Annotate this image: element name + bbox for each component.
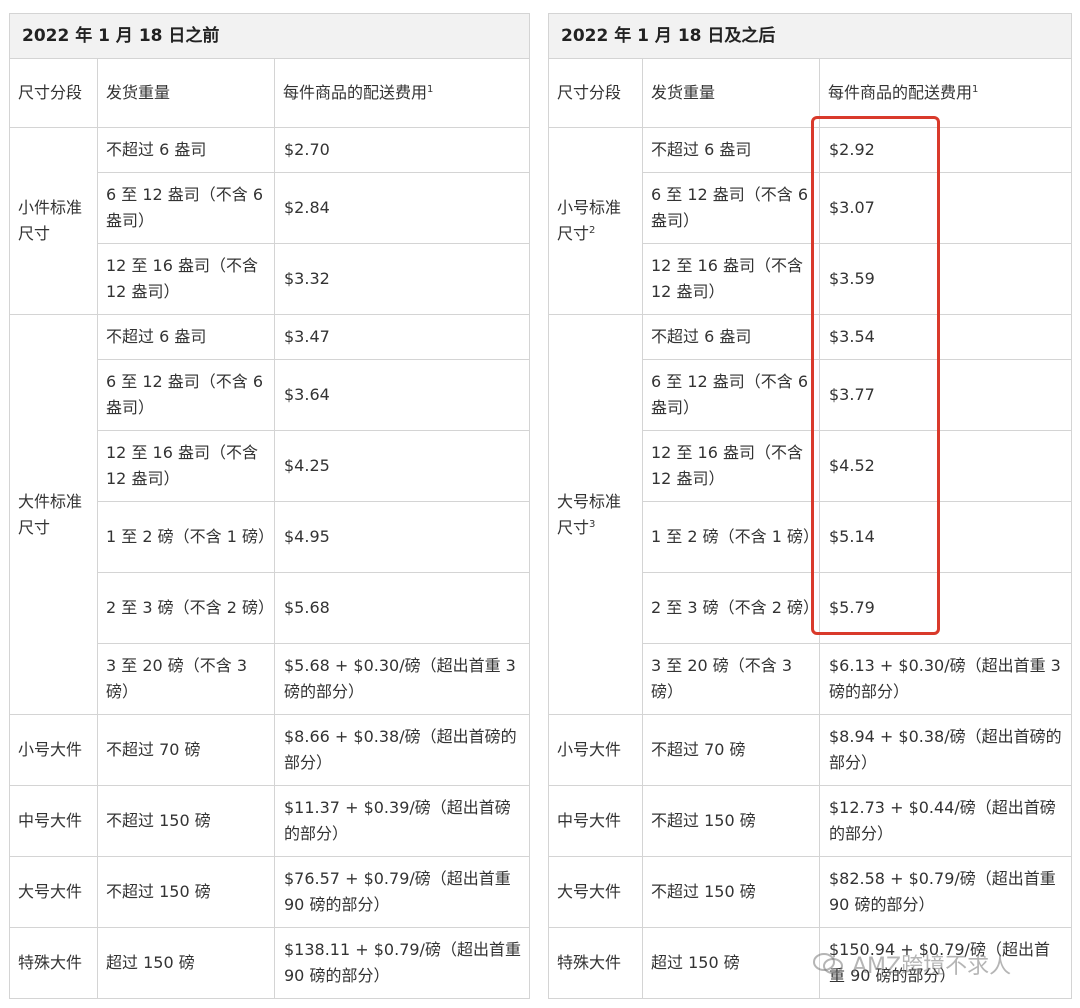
weight-cell: 12 至 16 盎司（不含 12 盎司） [97, 243, 275, 315]
fee-cell: $3.47 [273, 314, 531, 360]
weight-cell: 12 至 16 盎司（不含 12 盎司） [97, 430, 275, 502]
segment-large-oversize: 大号大件 [9, 856, 98, 928]
segment-large-oversize: 大号大件 [548, 856, 643, 928]
weight-cell: 不超过 150 磅 [97, 856, 275, 928]
fee-cell: $6.13 + $0.30/磅（超出首重 3 磅的部分） [819, 643, 1072, 715]
weight-cell: 超过 150 磅 [97, 927, 275, 999]
watermark: AMZ跨境不求人 [812, 944, 1052, 984]
weight-cell: 1 至 2 磅（不含 1 磅） [642, 501, 820, 573]
header-segment: 尺寸分段 [548, 58, 643, 128]
segment-special-oversize: 特殊大件 [9, 927, 98, 999]
weight-cell: 不超过 70 磅 [642, 714, 820, 786]
header-weight: 发货重量 [642, 58, 820, 128]
fee-table-after: 2022 年 1 月 18 日及之后 尺寸分段 发货重量 每件商品的配送费用1 … [548, 13, 1072, 999]
weight-cell: 不超过 6 盎司 [97, 127, 275, 173]
weight-cell: 12 至 16 盎司（不含 12 盎司） [642, 243, 820, 315]
weight-cell: 不超过 6 盎司 [97, 314, 275, 360]
fee-cell: $8.66 + $0.38/磅（超出首磅的部分） [273, 714, 531, 786]
header-segment: 尺寸分段 [9, 58, 98, 128]
weight-cell: 6 至 12 盎司（不含 6 盎司） [642, 172, 820, 244]
weight-cell: 6 至 12 盎司（不含 6 盎司） [642, 359, 820, 431]
weight-cell: 1 至 2 磅（不含 1 磅） [97, 501, 275, 573]
weight-cell: 12 至 16 盎司（不含 12 盎司） [642, 430, 820, 502]
watermark-text: AMZ跨境不求人 [852, 954, 1012, 979]
fee-table-before: 2022 年 1 月 18 日之前 尺寸分段 发货重量 每件商品的配送费用1 小… [8, 13, 531, 999]
fee-cell: $5.68 [273, 572, 531, 644]
fee-cell: $2.84 [273, 172, 531, 244]
weight-cell: 不超过 150 磅 [642, 785, 820, 857]
weight-cell: 不超过 150 磅 [642, 856, 820, 928]
weight-cell: 3 至 20 磅（不含 3 磅） [642, 643, 820, 715]
segment-small-oversize: 小号大件 [548, 714, 643, 786]
weight-cell: 2 至 3 磅（不含 2 磅） [97, 572, 275, 644]
fee-cell: $3.32 [273, 243, 531, 315]
weight-cell: 2 至 3 磅（不含 2 磅） [642, 572, 820, 644]
weight-cell: 超过 150 磅 [642, 927, 820, 999]
fee-cell: $4.25 [273, 430, 531, 502]
header-fee: 每件商品的配送费用1 [273, 58, 531, 128]
fee-cell: $11.37 + $0.39/磅（超出首磅的部分） [273, 785, 531, 857]
weight-cell: 不超过 6 盎司 [642, 314, 820, 360]
weight-cell: 3 至 20 磅（不含 3 磅） [97, 643, 275, 715]
weight-cell: 6 至 12 盎司（不含 6 盎司） [97, 172, 275, 244]
fee-cell: $5.68 + $0.30/磅（超出首重 3 磅的部分） [273, 643, 531, 715]
fee-cell: $4.95 [273, 501, 531, 573]
weight-cell: 不超过 70 磅 [97, 714, 275, 786]
table-title: 2022 年 1 月 18 日及之后 [548, 13, 1072, 59]
fee-cell: $3.64 [273, 359, 531, 431]
fee-cell: $76.57 + $0.79/磅（超出首重 90 磅的部分） [273, 856, 531, 928]
fee-cell: $138.11 + $0.79/磅（超出首重 90 磅的部分） [273, 927, 531, 999]
segment-small-oversize: 小号大件 [9, 714, 98, 786]
segment-small-standard: 小号标准尺寸2 [548, 127, 643, 315]
segment-large-standard: 大件标准尺寸 [9, 314, 98, 715]
header-weight: 发货重量 [97, 58, 275, 128]
segment-medium-oversize: 中号大件 [548, 785, 643, 857]
weight-cell: 不超过 6 盎司 [642, 127, 820, 173]
weight-cell: 不超过 150 磅 [97, 785, 275, 857]
wechat-icon [813, 953, 843, 974]
segment-medium-oversize: 中号大件 [9, 785, 98, 857]
segment-small-standard: 小件标准尺寸 [9, 127, 98, 315]
weight-cell: 6 至 12 盎司（不含 6 盎司） [97, 359, 275, 431]
fee-cell: $82.58 + $0.79/磅（超出首重 90 磅的部分） [819, 856, 1072, 928]
table-title: 2022 年 1 月 18 日之前 [8, 13, 531, 59]
segment-large-standard: 大号标准尺寸3 [548, 314, 643, 715]
segment-special-oversize: 特殊大件 [548, 927, 643, 999]
fee-cell: $2.70 [273, 127, 531, 173]
price-highlight-box [811, 116, 940, 635]
fee-cell: $8.94 + $0.38/磅（超出首磅的部分） [819, 714, 1072, 786]
fee-cell: $12.73 + $0.44/磅（超出首磅的部分） [819, 785, 1072, 857]
